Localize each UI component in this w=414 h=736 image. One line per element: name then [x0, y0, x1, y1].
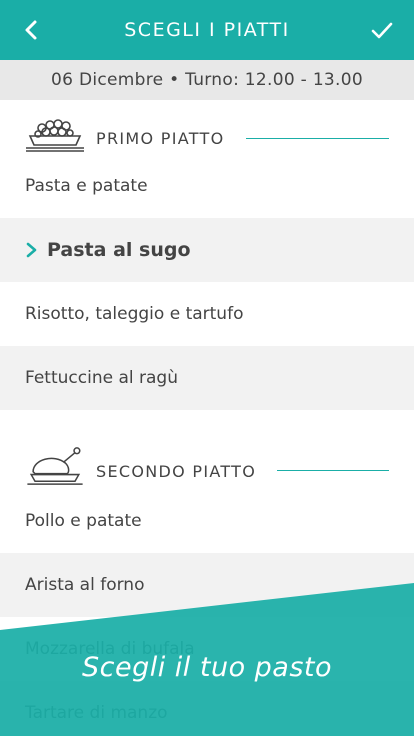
chevron-left-icon[interactable] — [18, 16, 46, 44]
dish-item[interactable]: Pollo e patate — [0, 489, 414, 553]
dish-label: Pasta e patate — [25, 176, 148, 196]
chevron-right-icon — [26, 242, 37, 258]
section-label: SECONDO PIATTO — [96, 462, 257, 481]
section-label: PRIMO PIATTO — [96, 129, 225, 148]
check-icon[interactable] — [368, 16, 396, 44]
section-divider — [277, 470, 389, 471]
page-title: SCEGLI I PIATTI — [124, 19, 290, 41]
roast-chicken-icon — [27, 447, 83, 485]
section-divider — [246, 138, 389, 139]
section-header-primo: PRIMO PIATTO — [0, 100, 414, 160]
app-header: SCEGLI I PIATTI — [0, 0, 414, 60]
dish-item[interactable]: Pasta e patate — [0, 154, 414, 218]
pasta-dish-icon — [26, 119, 84, 152]
promo-tagline: Scegli il tuo pasto — [81, 652, 333, 683]
date-shift-text: 06 Dicembre • Turno: 12.00 - 13.00 — [51, 70, 363, 90]
dish-label: Risotto, taleggio e tartufo — [25, 304, 244, 324]
dish-label: Fettuccine al ragù — [25, 368, 178, 388]
dish-item[interactable]: Arista al forno — [0, 553, 414, 617]
dish-item-selected[interactable]: Pasta al sugo — [0, 218, 414, 282]
dish-item[interactable]: Risotto, taleggio e tartufo — [0, 282, 414, 346]
date-shift-bar: 06 Dicembre • Turno: 12.00 - 13.00 — [0, 60, 414, 100]
dish-label: Pollo e patate — [25, 511, 142, 531]
dish-item[interactable]: Tartare di manzo — [0, 681, 414, 736]
dish-item[interactable]: Fettuccine al ragù — [0, 346, 414, 410]
section-header-secondo: SECONDO PIATTO — [0, 430, 414, 490]
dish-label: Arista al forno — [25, 575, 145, 595]
dish-label: Pasta al sugo — [47, 239, 191, 261]
dish-label: Tartare di manzo — [25, 703, 168, 723]
